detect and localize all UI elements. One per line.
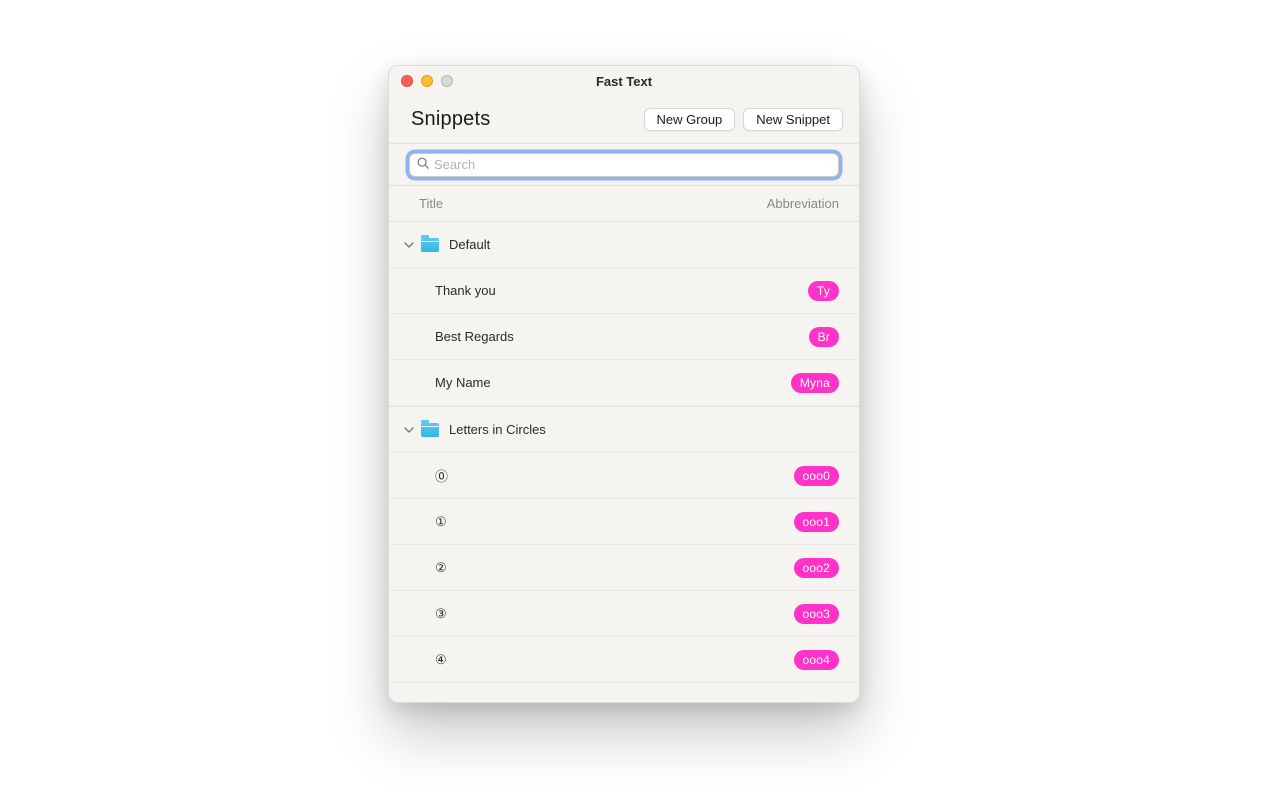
folder-icon [421, 423, 439, 437]
minimize-window-button[interactable] [421, 75, 433, 87]
abbreviation-badge: Myna [791, 373, 839, 393]
snippet-row[interactable]: Best RegardsBr [389, 314, 859, 360]
snippet-title: ① [435, 514, 794, 530]
abbreviation-badge: Br [809, 327, 839, 347]
snippet-title: ⓪ [435, 466, 794, 485]
abbreviation-badge: ooo0 [794, 466, 840, 486]
snippet-row[interactable]: ③ooo3 [389, 591, 859, 637]
group-header[interactable]: Letters in Circles [389, 407, 859, 453]
snippet-row[interactable]: ④ooo4 [389, 637, 859, 683]
snippet-row[interactable]: ①ooo1 [389, 499, 859, 545]
group-name-label: Letters in Circles [449, 422, 546, 437]
snippet-title: ③ [435, 606, 794, 622]
column-abbreviation: Abbreviation [767, 196, 839, 211]
snippet-title: Best Regards [435, 329, 809, 344]
zoom-window-button[interactable] [441, 75, 453, 87]
snippet-title: My Name [435, 375, 791, 390]
snippet-row[interactable]: ②ooo2 [389, 545, 859, 591]
toolbar: Snippets New Group New Snippet [389, 96, 859, 144]
chevron-down-icon [403, 424, 415, 436]
app-window: Fast Text Snippets New Group New Snippet… [388, 65, 860, 703]
abbreviation-badge: ooo2 [794, 558, 840, 578]
group-header[interactable]: Default [389, 222, 859, 268]
abbreviation-badge: Ty [808, 281, 839, 301]
group-name-label: Default [449, 237, 490, 252]
snippet-title: ④ [435, 652, 794, 668]
search-bar [389, 144, 859, 186]
search-icon [416, 156, 430, 173]
snippet-row[interactable]: ⓪ooo0 [389, 453, 859, 499]
snippet-group: DefaultThank youTyBest RegardsBrMy NameM… [389, 222, 859, 407]
page-title: Snippets [411, 108, 636, 131]
new-group-button[interactable]: New Group [644, 108, 736, 131]
abbreviation-badge: ooo1 [794, 512, 840, 532]
snippet-title: ② [435, 560, 794, 576]
search-input[interactable] [430, 157, 832, 172]
snippet-row[interactable]: My NameMyna [389, 360, 859, 406]
new-snippet-button[interactable]: New Snippet [743, 108, 843, 131]
column-title: Title [419, 196, 767, 211]
window-controls [401, 75, 453, 87]
folder-icon [421, 238, 439, 252]
abbreviation-badge: ooo4 [794, 650, 840, 670]
close-window-button[interactable] [401, 75, 413, 87]
snippet-list-scroll[interactable]: DefaultThank youTyBest RegardsBrMy NameM… [389, 222, 859, 702]
window-title: Fast Text [389, 74, 859, 89]
titlebar: Fast Text [389, 66, 859, 96]
snippet-title: Thank you [435, 283, 808, 298]
column-headers: Title Abbreviation [389, 186, 859, 222]
chevron-down-icon [403, 239, 415, 251]
search-field[interactable] [409, 153, 839, 177]
snippet-row[interactable]: Thank youTy [389, 268, 859, 314]
snippet-group: Letters in Circles⓪ooo0①ooo1②ooo2③ooo3④o… [389, 407, 859, 683]
abbreviation-badge: ooo3 [794, 604, 840, 624]
